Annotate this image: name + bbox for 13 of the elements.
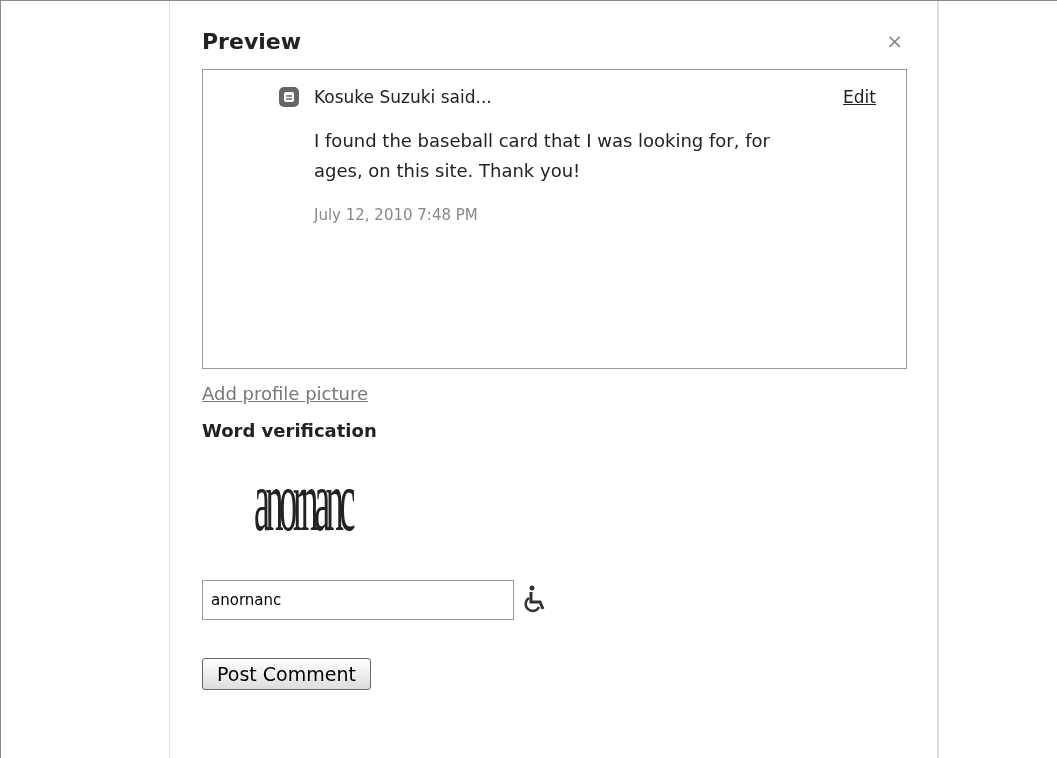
captcha-text: anornanc xyxy=(254,453,352,551)
verification-input[interactable]: anornanc xyxy=(202,580,514,620)
close-button[interactable]: × xyxy=(882,29,907,53)
dialog-title: Preview xyxy=(202,28,302,54)
edit-link[interactable]: Edit xyxy=(843,87,876,107)
said-label: said... xyxy=(440,87,492,107)
section-heading: Word verification xyxy=(202,420,378,441)
avatar-icon xyxy=(278,86,300,108)
author-link[interactable]: Kosuke Suzuki xyxy=(314,87,436,107)
comment-timestamp: July 12, 2010 7:48 PM xyxy=(314,206,479,224)
add-profile-picture-link[interactable]: Add profile picture xyxy=(202,383,369,404)
post-comment-button[interactable]: Post Comment xyxy=(202,658,371,690)
comment-text: I found the baseball card that I was looking for, for ages, on this site. Thank you! xyxy=(314,129,771,183)
